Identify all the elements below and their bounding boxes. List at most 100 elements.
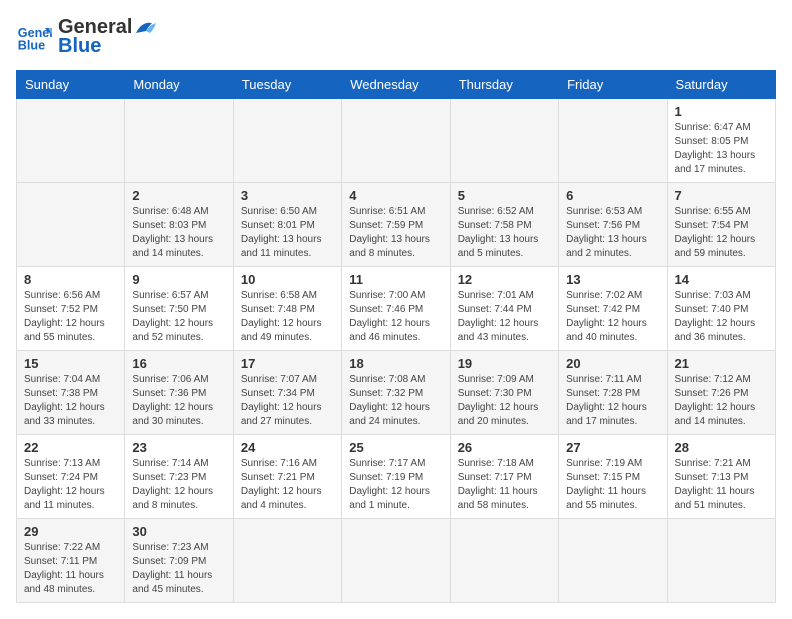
day-number: 5 — [458, 188, 551, 203]
day-number: 26 — [458, 440, 551, 455]
day-number: 27 — [566, 440, 659, 455]
calendar-cell — [233, 519, 341, 603]
col-header-saturday: Saturday — [667, 71, 775, 99]
calendar-cell: 23 Sunrise: 7:14 AMSunset: 7:23 PMDaylig… — [125, 435, 233, 519]
day-info: Sunrise: 7:02 AMSunset: 7:42 PMDaylight:… — [566, 290, 647, 343]
day-info: Sunrise: 7:04 AMSunset: 7:38 PMDaylight:… — [24, 374, 105, 427]
day-number: 9 — [132, 272, 225, 287]
day-info: Sunrise: 7:18 AMSunset: 7:17 PMDaylight:… — [458, 458, 538, 511]
day-info: Sunrise: 6:51 AMSunset: 7:59 PMDaylight:… — [349, 206, 430, 259]
day-info: Sunrise: 7:16 AMSunset: 7:21 PMDaylight:… — [241, 458, 322, 511]
day-info: Sunrise: 6:56 AMSunset: 7:52 PMDaylight:… — [24, 290, 105, 343]
day-info: Sunrise: 7:09 AMSunset: 7:30 PMDaylight:… — [458, 374, 539, 427]
calendar-cell: 18 Sunrise: 7:08 AMSunset: 7:32 PMDaylig… — [342, 351, 450, 435]
day-info: Sunrise: 7:11 AMSunset: 7:28 PMDaylight:… — [566, 374, 647, 427]
calendar-cell — [17, 99, 125, 183]
calendar-cell: 27 Sunrise: 7:19 AMSunset: 7:15 PMDaylig… — [559, 435, 667, 519]
col-header-friday: Friday — [559, 71, 667, 99]
day-number: 25 — [349, 440, 442, 455]
day-number: 10 — [241, 272, 334, 287]
day-number: 7 — [675, 188, 768, 203]
day-number: 12 — [458, 272, 551, 287]
calendar-cell: 30 Sunrise: 7:23 AMSunset: 7:09 PMDaylig… — [125, 519, 233, 603]
calendar-cell: 5 Sunrise: 6:52 AMSunset: 7:58 PMDayligh… — [450, 183, 558, 267]
calendar-cell: 20 Sunrise: 7:11 AMSunset: 7:28 PMDaylig… — [559, 351, 667, 435]
calendar-cell: 29 Sunrise: 7:22 AMSunset: 7:11 PMDaylig… — [17, 519, 125, 603]
logo-bird-icon — [134, 19, 156, 37]
day-number: 20 — [566, 356, 659, 371]
day-info: Sunrise: 6:58 AMSunset: 7:48 PMDaylight:… — [241, 290, 322, 343]
day-info: Sunrise: 6:50 AMSunset: 8:01 PMDaylight:… — [241, 206, 322, 259]
day-number: 11 — [349, 272, 442, 287]
day-info: Sunrise: 7:12 AMSunset: 7:26 PMDaylight:… — [675, 374, 756, 427]
calendar-cell: 28 Sunrise: 7:21 AMSunset: 7:13 PMDaylig… — [667, 435, 775, 519]
calendar-cell: 4 Sunrise: 6:51 AMSunset: 7:59 PMDayligh… — [342, 183, 450, 267]
calendar-cell: 1 Sunrise: 6:47 AMSunset: 8:05 PMDayligh… — [667, 99, 775, 183]
calendar-cell — [450, 99, 558, 183]
day-number: 14 — [675, 272, 768, 287]
day-info: Sunrise: 7:06 AMSunset: 7:36 PMDaylight:… — [132, 374, 213, 427]
calendar-cell: 19 Sunrise: 7:09 AMSunset: 7:30 PMDaylig… — [450, 351, 558, 435]
calendar-cell — [125, 99, 233, 183]
calendar-table: SundayMondayTuesdayWednesdayThursdayFrid… — [16, 70, 776, 603]
day-number: 23 — [132, 440, 225, 455]
day-info: Sunrise: 7:00 AMSunset: 7:46 PMDaylight:… — [349, 290, 430, 343]
col-header-wednesday: Wednesday — [342, 71, 450, 99]
calendar-cell: 7 Sunrise: 6:55 AMSunset: 7:54 PMDayligh… — [667, 183, 775, 267]
day-info: Sunrise: 7:01 AMSunset: 7:44 PMDaylight:… — [458, 290, 539, 343]
logo-icon: General Blue — [16, 19, 52, 55]
day-info: Sunrise: 6:53 AMSunset: 7:56 PMDaylight:… — [566, 206, 647, 259]
day-info: Sunrise: 6:47 AMSunset: 8:05 PMDaylight:… — [675, 122, 756, 175]
calendar-cell: 10 Sunrise: 6:58 AMSunset: 7:48 PMDaylig… — [233, 267, 341, 351]
day-number: 24 — [241, 440, 334, 455]
day-info: Sunrise: 7:13 AMSunset: 7:24 PMDaylight:… — [24, 458, 105, 511]
calendar-cell — [667, 519, 775, 603]
calendar-cell — [342, 99, 450, 183]
day-info: Sunrise: 7:17 AMSunset: 7:19 PMDaylight:… — [349, 458, 430, 511]
day-number: 8 — [24, 272, 117, 287]
day-number: 1 — [675, 104, 768, 119]
calendar-cell: 17 Sunrise: 7:07 AMSunset: 7:34 PMDaylig… — [233, 351, 341, 435]
calendar-cell: 8 Sunrise: 6:56 AMSunset: 7:52 PMDayligh… — [17, 267, 125, 351]
day-info: Sunrise: 7:23 AMSunset: 7:09 PMDaylight:… — [132, 542, 212, 595]
calendar-cell: 9 Sunrise: 6:57 AMSunset: 7:50 PMDayligh… — [125, 267, 233, 351]
day-number: 29 — [24, 524, 117, 539]
day-info: Sunrise: 7:22 AMSunset: 7:11 PMDaylight:… — [24, 542, 104, 595]
calendar-cell: 13 Sunrise: 7:02 AMSunset: 7:42 PMDaylig… — [559, 267, 667, 351]
day-number: 17 — [241, 356, 334, 371]
calendar-cell: 12 Sunrise: 7:01 AMSunset: 7:44 PMDaylig… — [450, 267, 558, 351]
day-info: Sunrise: 6:57 AMSunset: 7:50 PMDaylight:… — [132, 290, 213, 343]
day-info: Sunrise: 7:14 AMSunset: 7:23 PMDaylight:… — [132, 458, 213, 511]
day-info: Sunrise: 7:08 AMSunset: 7:32 PMDaylight:… — [349, 374, 430, 427]
day-info: Sunrise: 7:19 AMSunset: 7:15 PMDaylight:… — [566, 458, 646, 511]
day-number: 4 — [349, 188, 442, 203]
day-number: 2 — [132, 188, 225, 203]
day-number: 19 — [458, 356, 551, 371]
day-info: Sunrise: 7:07 AMSunset: 7:34 PMDaylight:… — [241, 374, 322, 427]
day-number: 28 — [675, 440, 768, 455]
day-number: 13 — [566, 272, 659, 287]
col-header-thursday: Thursday — [450, 71, 558, 99]
day-info: Sunrise: 6:52 AMSunset: 7:58 PMDaylight:… — [458, 206, 539, 259]
calendar-cell: 11 Sunrise: 7:00 AMSunset: 7:46 PMDaylig… — [342, 267, 450, 351]
day-number: 6 — [566, 188, 659, 203]
calendar-cell: 26 Sunrise: 7:18 AMSunset: 7:17 PMDaylig… — [450, 435, 558, 519]
day-info: Sunrise: 6:55 AMSunset: 7:54 PMDaylight:… — [675, 206, 756, 259]
col-header-sunday: Sunday — [17, 71, 125, 99]
calendar-cell — [559, 99, 667, 183]
col-header-monday: Monday — [125, 71, 233, 99]
calendar-cell — [559, 519, 667, 603]
day-number: 3 — [241, 188, 334, 203]
calendar-cell: 2 Sunrise: 6:48 AMSunset: 8:03 PMDayligh… — [125, 183, 233, 267]
calendar-cell — [17, 183, 125, 267]
calendar-cell: 21 Sunrise: 7:12 AMSunset: 7:26 PMDaylig… — [667, 351, 775, 435]
col-header-tuesday: Tuesday — [233, 71, 341, 99]
calendar-cell: 16 Sunrise: 7:06 AMSunset: 7:36 PMDaylig… — [125, 351, 233, 435]
day-number: 30 — [132, 524, 225, 539]
calendar-cell: 14 Sunrise: 7:03 AMSunset: 7:40 PMDaylig… — [667, 267, 775, 351]
calendar-cell — [450, 519, 558, 603]
day-number: 21 — [675, 356, 768, 371]
day-number: 16 — [132, 356, 225, 371]
svg-text:Blue: Blue — [18, 39, 45, 53]
calendar-cell: 3 Sunrise: 6:50 AMSunset: 8:01 PMDayligh… — [233, 183, 341, 267]
